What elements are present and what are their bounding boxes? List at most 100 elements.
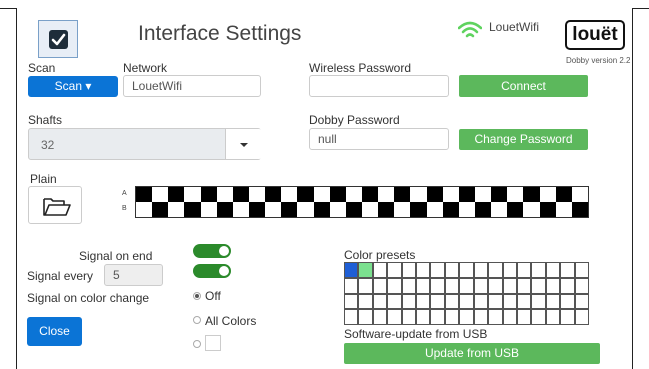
color-preset-cell[interactable]	[344, 309, 359, 325]
color-preset-cell[interactable]	[387, 309, 402, 325]
color-preset-cell[interactable]	[416, 293, 431, 310]
color-preset-cell[interactable]	[488, 309, 503, 325]
plain-grid-cell[interactable]	[313, 187, 330, 202]
color-preset-cell[interactable]	[444, 262, 460, 278]
color-preset-cell[interactable]	[459, 262, 474, 278]
color-preset-cell[interactable]	[473, 262, 489, 278]
color-preset-cell[interactable]	[473, 293, 489, 310]
dobby-password-input[interactable]	[309, 128, 449, 150]
color-preset-cell[interactable]	[574, 293, 589, 310]
plain-grid-cell[interactable]	[136, 187, 153, 202]
signal-every-input[interactable]	[104, 264, 163, 286]
color-preset-cell[interactable]	[344, 262, 359, 278]
plain-grid-cell[interactable]	[200, 187, 217, 202]
plain-grid-cell[interactable]	[523, 202, 540, 217]
color-preset-cell[interactable]	[488, 293, 503, 310]
plain-grid-cell[interactable]	[136, 202, 153, 217]
plain-grid-cell[interactable]	[571, 202, 588, 217]
color-preset-cell[interactable]	[358, 293, 373, 310]
color-preset-cell[interactable]	[387, 293, 402, 310]
color-preset-cell[interactable]	[416, 309, 431, 325]
color-preset-cell[interactable]	[444, 309, 460, 325]
plain-grid-cell[interactable]	[458, 202, 475, 217]
color-preset-cell[interactable]	[372, 262, 388, 278]
radio-all-colors[interactable]	[193, 316, 201, 324]
plain-grid-cell[interactable]	[458, 187, 475, 202]
color-presets-grid[interactable]	[344, 262, 589, 325]
color-preset-cell[interactable]	[516, 309, 532, 325]
plain-grid-cell[interactable]	[249, 187, 266, 202]
color-preset-cell[interactable]	[574, 309, 589, 325]
color-preset-cell[interactable]	[531, 293, 546, 310]
color-preset-cell[interactable]	[372, 293, 388, 310]
wireless-password-input[interactable]	[309, 75, 449, 97]
color-preset-cell[interactable]	[444, 293, 460, 310]
color-preset-cell[interactable]	[344, 277, 359, 294]
plain-grid-cell[interactable]	[265, 202, 282, 217]
plain-grid-cell[interactable]	[442, 202, 459, 217]
plain-grid-cell[interactable]	[281, 187, 298, 202]
color-preset-cell[interactable]	[473, 309, 489, 325]
radio-off[interactable]	[193, 292, 201, 300]
plain-grid-cell[interactable]	[249, 202, 266, 217]
color-preset-cell[interactable]	[560, 293, 575, 310]
color-preset-cell[interactable]	[430, 309, 445, 325]
color-preset-cell[interactable]	[459, 277, 474, 294]
plain-grid-cell[interactable]	[442, 187, 459, 202]
color-preset-cell[interactable]	[531, 309, 546, 325]
color-preset-cell[interactable]	[574, 277, 589, 294]
update-from-usb-button[interactable]: Update from USB	[344, 343, 600, 364]
color-preset-cell[interactable]	[430, 277, 445, 294]
color-preset-cell[interactable]	[416, 277, 431, 294]
plain-grid-cell[interactable]	[329, 202, 346, 217]
connect-button[interactable]: Connect	[459, 75, 588, 97]
plain-grid-cell[interactable]	[152, 202, 169, 217]
color-preset-cell[interactable]	[560, 262, 575, 278]
plain-grid-cell[interactable]	[523, 187, 540, 202]
app-checkbox-icon[interactable]	[38, 20, 78, 58]
plain-grid-cell[interactable]	[394, 187, 411, 202]
plain-grid-cell[interactable]	[168, 202, 185, 217]
color-preset-cell[interactable]	[430, 293, 445, 310]
plain-grid-cell[interactable]	[345, 202, 362, 217]
scan-button[interactable]: Scan ▾	[28, 76, 118, 97]
plain-grid-cell[interactable]	[232, 187, 249, 202]
color-preset-cell[interactable]	[531, 277, 546, 294]
color-preset-cell[interactable]	[344, 293, 359, 310]
plain-weave-grid[interactable]	[135, 186, 589, 218]
color-preset-cell[interactable]	[545, 277, 561, 294]
color-preset-cell[interactable]	[516, 277, 532, 294]
plain-grid-cell[interactable]	[362, 202, 379, 217]
color-preset-cell[interactable]	[401, 293, 417, 310]
plain-grid-cell[interactable]	[152, 187, 169, 202]
plain-grid-cell[interactable]	[184, 187, 201, 202]
plain-grid-cell[interactable]	[329, 187, 346, 202]
signal-every-toggle[interactable]	[193, 264, 231, 278]
color-preset-cell[interactable]	[516, 293, 532, 310]
color-preset-cell[interactable]	[358, 262, 373, 278]
network-input[interactable]	[123, 75, 261, 97]
signal-on-end-toggle[interactable]	[193, 244, 231, 258]
plain-grid-cell[interactable]	[200, 202, 217, 217]
plain-grid-cell[interactable]	[168, 187, 185, 202]
color-preset-cell[interactable]	[372, 309, 388, 325]
plain-grid-cell[interactable]	[475, 187, 492, 202]
color-preset-cell[interactable]	[459, 309, 474, 325]
color-preset-cell[interactable]	[502, 262, 517, 278]
plain-grid-cell[interactable]	[410, 202, 427, 217]
plain-grid-cell[interactable]	[491, 187, 508, 202]
plain-grid-cell[interactable]	[410, 187, 427, 202]
plain-grid-cell[interactable]	[378, 187, 395, 202]
plain-grid-cell[interactable]	[281, 202, 298, 217]
plain-grid-cell[interactable]	[216, 187, 233, 202]
plain-grid-cell[interactable]	[491, 202, 508, 217]
plain-grid-cell[interactable]	[571, 187, 588, 202]
radio-custom-color[interactable]	[193, 340, 201, 348]
plain-grid-cell[interactable]	[265, 187, 282, 202]
color-preset-cell[interactable]	[560, 309, 575, 325]
color-preset-cell[interactable]	[430, 262, 445, 278]
change-password-button[interactable]: Change Password	[459, 129, 588, 150]
color-preset-cell[interactable]	[372, 277, 388, 294]
plain-grid-cell[interactable]	[475, 202, 492, 217]
color-preset-cell[interactable]	[488, 262, 503, 278]
